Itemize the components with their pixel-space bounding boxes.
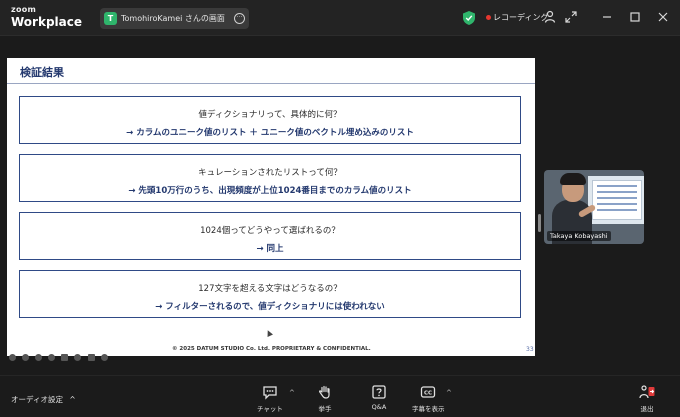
raise-hand-button[interactable]: 挙手 [317, 384, 333, 413]
chat-label: チャット [257, 405, 283, 413]
participant-view-icon[interactable] [543, 10, 557, 24]
hand-icon [319, 385, 330, 399]
panel-splitter-handle[interactable] [538, 214, 541, 232]
mouse-pointer-icon [265, 329, 273, 337]
qa-answer: → 同上 [256, 244, 284, 254]
slide-title: 検証結果 [20, 66, 64, 79]
qa-box-4: 127文字を超える文字はどうなるの？ → フィルターされるので、値ディクショナリ… [19, 270, 521, 318]
person-hair [560, 173, 586, 185]
slides-icon[interactable] [61, 354, 69, 361]
back-icon[interactable] [9, 354, 16, 361]
qa-button[interactable]: Q&A [371, 384, 387, 411]
background-screen [588, 176, 644, 224]
slide-toolbar[interactable] [9, 346, 109, 361]
pen-icon[interactable] [35, 354, 43, 361]
chevron-up-icon[interactable]: ^ [289, 389, 295, 397]
title-divider [7, 83, 535, 84]
raise-hand-label: 挙手 [318, 405, 332, 413]
forward-icon[interactable] [22, 354, 30, 361]
chat-icon [263, 386, 277, 400]
recording-label[interactable]: レコーディング [493, 12, 548, 23]
qa-box-2: キュレーションされたリストって何？ → 先頭10万行のうち、出現頻度が上位102… [19, 154, 521, 202]
qa-question: キュレーションされたリストって何？ [198, 168, 342, 178]
slide-footer: © 2025 DATUM STUDIO Co. Ltd. PROPRIETARY… [172, 346, 371, 352]
maximize-icon[interactable] [627, 9, 643, 25]
brand-top: zoom [11, 5, 37, 14]
chat-button[interactable]: チャット [257, 384, 283, 413]
zoom-icon[interactable] [74, 354, 82, 361]
recording-dot-icon [486, 15, 491, 20]
qa-question: 1024個ってどうやって選ばれるの？ [200, 226, 340, 236]
chevron-up-icon[interactable]: ^ [446, 389, 452, 397]
brand-bottom: Workplace [11, 15, 83, 29]
svg-text:CC: CC [424, 390, 432, 396]
title-bar: zoom Workplace T TomohiroKamei さんの画面 ···… [0, 0, 680, 36]
qa-answer: → フィルターされるので、値ディクショナリには使われない [155, 302, 385, 312]
qa-box-3: 1024個ってどうやって選ばれるの？ → 同上 [19, 212, 521, 260]
qa-question: 値ディクショナリって、具体的に何？ [198, 110, 342, 120]
leave-button[interactable]: 退出 [638, 384, 656, 413]
fullscreen-icon[interactable] [564, 10, 578, 24]
show-captions-button[interactable]: CC 字幕を表示 [412, 384, 445, 413]
qa-answer: → 先頭10万行のうち、出現頻度が上位1024番目までのカラム値のリスト [128, 186, 412, 196]
qa-answer: → カラムのユニーク値のリスト ＋ ユニーク値のベクトル埋め込みのリスト [126, 128, 414, 138]
leave-label: 退出 [640, 405, 654, 413]
screen-share-label: TomohiroKamei さんの画面 [121, 14, 225, 23]
participant-video-tile[interactable]: Takaya Kobayashi [544, 170, 644, 244]
more-icon[interactable] [100, 354, 108, 361]
qa-label: Q&A [371, 403, 387, 411]
screen-share-tab[interactable]: T TomohiroKamei さんの画面 ··· [100, 8, 249, 29]
audio-settings-label: オーディオ設定 [11, 395, 63, 404]
captions-label: 字幕を表示 [412, 405, 445, 413]
subtitle-icon[interactable] [87, 354, 95, 361]
security-shield-icon[interactable] [463, 11, 475, 25]
search-icon[interactable] [48, 354, 56, 361]
chevron-up-icon: ^ [69, 395, 76, 404]
close-icon[interactable] [655, 9, 671, 25]
minimize-icon[interactable] [599, 9, 615, 25]
qa-box-1: 値ディクショナリって、具体的に何？ → カラムのユニーク値のリスト ＋ ユニーク… [19, 96, 521, 144]
shared-screen-slide: 検証結果 値ディクショナリって、具体的に何？ → カラムのユニーク値のリスト ＋… [7, 58, 535, 361]
zoom-logo: zoom Workplace [11, 5, 83, 29]
qa-question: 127文字を超える文字はどうなるの？ [198, 284, 342, 294]
presenter-avatar: T [104, 12, 117, 25]
audio-settings-button[interactable]: オーディオ設定 ^ [11, 394, 76, 405]
more-options-icon[interactable]: ··· [234, 13, 245, 24]
leave-icon [639, 385, 655, 399]
slide-page-number: 33 [526, 346, 534, 353]
meeting-toolbar: オーディオ設定 ^ チャット ^ 挙手 Q&A CC 字幕を表示 ^ 退出 [0, 375, 680, 417]
closed-captions-icon: CC [421, 386, 436, 398]
participant-name: Takaya Kobayashi [547, 231, 611, 241]
question-icon [372, 385, 386, 399]
